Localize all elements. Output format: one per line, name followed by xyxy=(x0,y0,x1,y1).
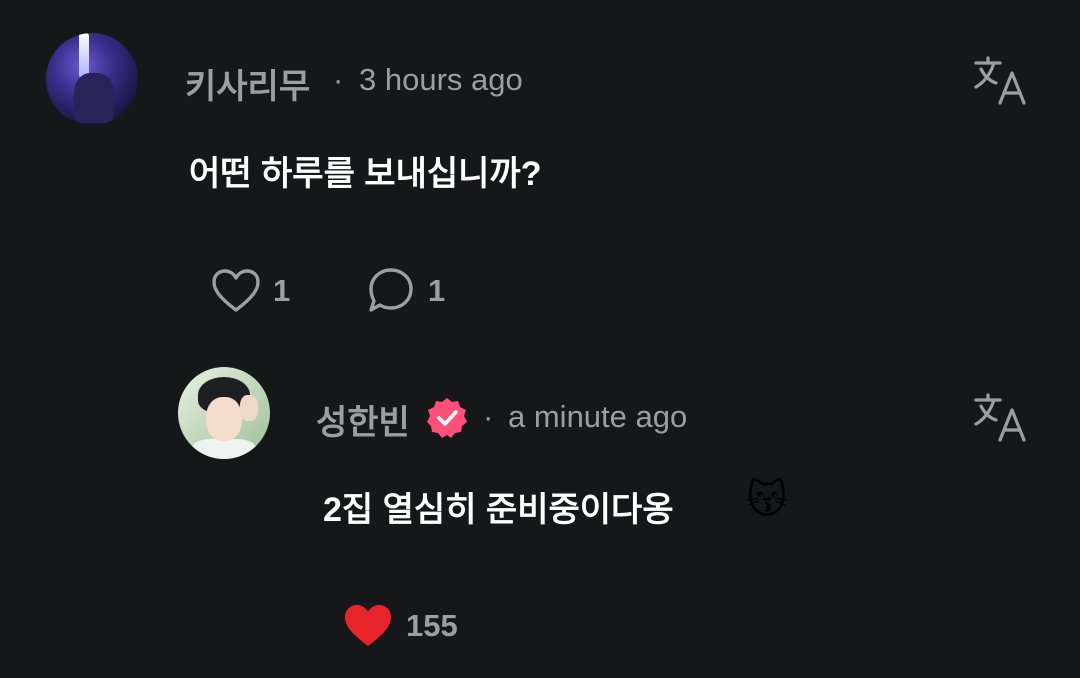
comment-text: 어떤 하루를 보내십니까? xyxy=(189,155,542,193)
avatar[interactable] xyxy=(46,33,138,125)
avatar-figure xyxy=(74,73,114,123)
comment-bubble-icon[interactable] xyxy=(366,266,416,316)
comment-timestamp: 3 hours ago xyxy=(359,62,523,97)
comment-username[interactable]: 키사리무 xyxy=(185,59,310,108)
avatar[interactable] xyxy=(178,367,270,459)
reply-username[interactable]: 성한빈 xyxy=(316,395,410,444)
like-count: 155 xyxy=(406,608,458,643)
meta-separator: · xyxy=(333,62,344,97)
reply-count: 1 xyxy=(428,273,446,308)
verified-badge-icon xyxy=(425,396,469,445)
avatar-light-beam xyxy=(79,33,89,78)
reply-text: 2집 열심히 준비중이다옹 xyxy=(323,491,674,529)
comment-item: 키사리무 · 3 hours ago 어떤 하루를 보내십니까? 1 1 xyxy=(0,0,1080,340)
heart-icon[interactable] xyxy=(342,603,394,649)
like-count: 1 xyxy=(273,273,291,308)
reply-timestamp: a minute ago xyxy=(508,399,688,434)
reply-item: 성한빈 · a minute ago 2집 열심히 준비중이다옹 😽 155 xyxy=(0,340,1080,678)
meta-separator: · xyxy=(483,399,494,434)
kissing-cat-emoji: 😽 xyxy=(746,478,788,522)
avatar-hand xyxy=(240,395,258,421)
translate-icon[interactable] xyxy=(972,55,1028,107)
heart-icon[interactable] xyxy=(210,268,262,314)
avatar-shirt xyxy=(192,439,256,459)
translate-icon[interactable] xyxy=(972,392,1028,444)
avatar-face xyxy=(206,397,242,441)
